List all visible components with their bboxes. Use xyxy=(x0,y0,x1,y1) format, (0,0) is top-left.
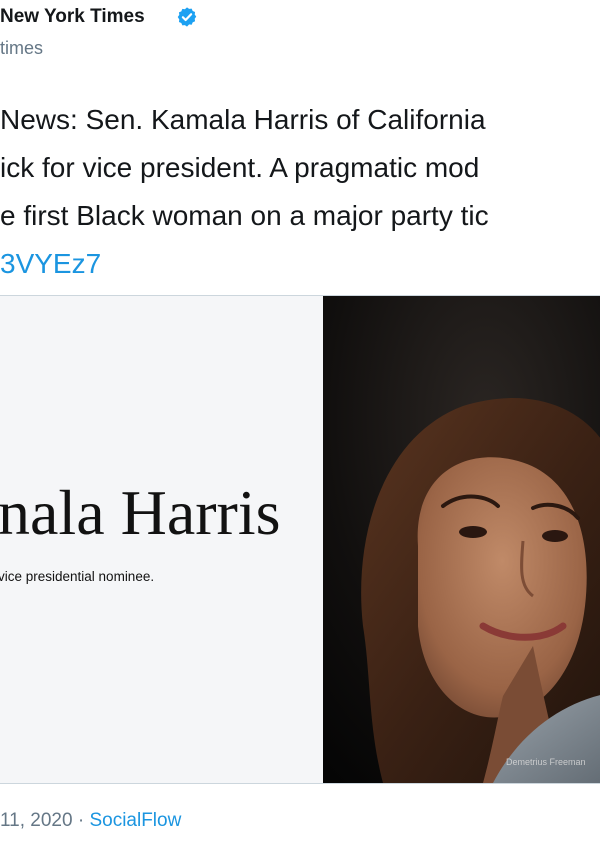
card-photo: Demetrius Freeman xyxy=(323,296,600,783)
card-text-panel: nala Harris vice presidential nominee. xyxy=(0,296,323,783)
author-display-name[interactable]: New York Times xyxy=(0,6,145,28)
portrait-image xyxy=(323,296,600,783)
tweet-page: New York Times times News: Sen. Kamala H… xyxy=(0,0,600,846)
tweet-text-line: e first Black woman on a major party tic xyxy=(0,200,489,231)
meta-separator: · xyxy=(72,810,90,831)
tweet-text-line: News: Sen. Kamala Harris of California xyxy=(0,104,486,135)
tweet-header: New York Times times xyxy=(0,0,600,70)
photo-credit: Demetrius Freeman xyxy=(506,757,586,767)
tweet-date[interactable]: 11, 2020 xyxy=(0,810,73,831)
card-headline: nala Harris xyxy=(0,477,281,548)
author-handle[interactable]: times xyxy=(0,38,43,59)
verified-badge-icon xyxy=(177,7,197,27)
tweet-link[interactable]: 3VYEz7 xyxy=(0,240,600,288)
tweet-source-link[interactable]: SocialFlow xyxy=(89,810,181,831)
tweet-text-line: ick for vice president. A pragmatic mod xyxy=(0,152,480,183)
tweet-meta: 11, 2020 · SocialFlow xyxy=(0,810,181,832)
link-card[interactable]: nala Harris vice presidential nominee. D… xyxy=(0,295,600,784)
tweet-text: News: Sen. Kamala Harris of California i… xyxy=(0,96,600,288)
card-subline: vice presidential nominee. xyxy=(0,569,155,584)
